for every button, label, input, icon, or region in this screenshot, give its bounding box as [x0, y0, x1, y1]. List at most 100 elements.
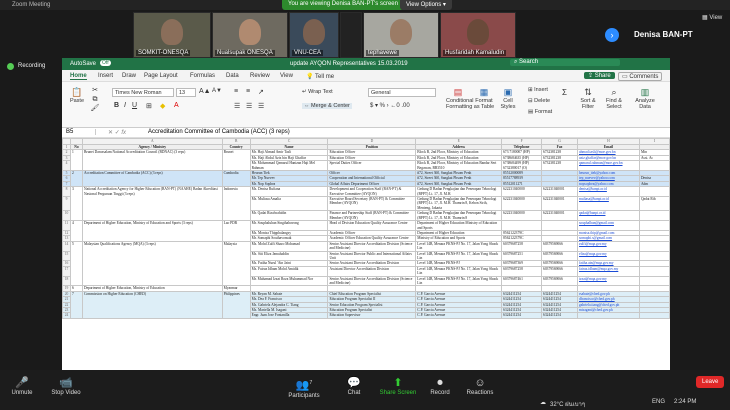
tab-draw[interactable]: Draw — [122, 73, 136, 79]
cell-country[interactable]: Malaysia — [221, 240, 251, 287]
gallery-next-button[interactable]: › — [605, 28, 619, 42]
cell-email[interactable]: eliza@mqa.gov.my — [577, 250, 640, 262]
row-number[interactable]: 17 — [62, 265, 71, 277]
cell-fax[interactable]: 60379569066 — [541, 265, 578, 277]
cell-address[interactable]: Level 14B, Menara PKNS-PJ No. 17, Jalan … — [415, 240, 503, 252]
cell-telephone[interactable]: 622231040000 — [501, 186, 543, 198]
tab-home[interactable]: Home — [70, 73, 87, 80]
video-tile[interactable] — [340, 12, 362, 58]
cell-fax[interactable]: 622231040001 — [541, 186, 578, 198]
wrap-text-button[interactable]: ↵ Wrap Text — [302, 89, 333, 95]
cell-telephone[interactable]: 60379687258 — [501, 240, 543, 252]
fill-color-icon[interactable]: ◆ — [160, 102, 165, 110]
cell-email[interactable]: izzat@mqa.gov.my — [577, 275, 640, 287]
cell-agency[interactable]: Accreditation Committee of Cambodia (ACC… — [81, 170, 223, 188]
video-tile[interactable]: tephavewe — [363, 12, 439, 58]
email-link[interactable]: izzat@mqa.gov.my — [579, 277, 607, 281]
email-link[interactable]: aziz.ghaffar@moe.gov.bn — [579, 156, 616, 159]
cell-position[interactable]: Executive Board Secretary (BAN-PT) & Com… — [327, 196, 417, 212]
conditional-formatting-button[interactable]: ▤ Conditional Formatting — [446, 86, 474, 110]
cell-name[interactable]: Mr. Mohammad Qamarul Hanizan Haji Mel Ra… — [249, 160, 329, 172]
cell-address[interactable]: Department of Higher Education Ministry … — [415, 220, 503, 231]
grow-font-icon[interactable]: A▲ — [199, 88, 211, 95]
cell-address[interactable]: Level 14B, Menara PKNS-PJ No. 17, Jalan … — [415, 250, 503, 262]
cell-fax[interactable]: 6732381238 — [541, 160, 578, 172]
cell-telephone[interactable]: 60379687251 — [501, 250, 543, 262]
cell-no[interactable]: 1 — [69, 149, 83, 172]
email-link[interactable]: monisa.thip@gmail.com — [579, 231, 614, 234]
cell-country[interactable]: Indonesia — [221, 186, 251, 222]
cell-no[interactable]: 4 — [69, 220, 83, 242]
insert-cells-button[interactable]: ⊞ Insert — [528, 87, 548, 93]
align-top-icon[interactable]: ≡ — [234, 88, 238, 95]
sort-filter-button[interactable]: ⇅ Sort & Filter — [576, 86, 600, 110]
tab-formulas[interactable]: Formulas — [190, 73, 215, 79]
cell-position[interactable]: Education Supervisor — [327, 312, 417, 319]
font-size-select[interactable]: 13 — [176, 88, 196, 97]
cell-extra[interactable] — [638, 275, 670, 287]
number-format-select[interactable]: General — [368, 88, 436, 97]
cell-agency[interactable]: Department of Higher Education, Ministry… — [81, 220, 223, 242]
cell-name[interactable]: Mr. Muhamad Izzat Roza Muhammad Nor — [249, 275, 329, 287]
autosave-toggle[interactable]: Off — [100, 60, 111, 66]
row-number[interactable]: 4 — [62, 160, 71, 172]
cell-telephone[interactable]: 60379687258 — [501, 265, 543, 277]
stop-video-button[interactable]: 📹 Stop Video — [44, 376, 88, 396]
email-link[interactable]: rsabate@ched.gov.ph — [579, 292, 610, 295]
cell-extra[interactable] — [638, 186, 670, 198]
row-number[interactable]: 14 — [62, 240, 71, 252]
analyze-data-button[interactable]: ▥ Analyze Data — [632, 86, 658, 110]
tab-page-layout[interactable]: Page Layout — [144, 73, 178, 79]
share-button[interactable]: ⇪ Share — [584, 72, 615, 79]
cell-country[interactable]: Brunei — [221, 149, 251, 172]
weather-text[interactable]: 32°C ฝนเบาๆ — [550, 399, 585, 409]
email-link[interactable]: dfrancisco@ched.gov.ph — [579, 298, 615, 301]
cell-agency[interactable]: Brunei Darussalam National Accreditation… — [81, 149, 223, 172]
email-link[interactable]: denisa@banpt.or.id — [579, 188, 607, 192]
tab-review[interactable]: Review — [250, 73, 270, 79]
view-button[interactable]: ▦ View — [702, 14, 722, 21]
tab-insert[interactable]: Insert — [98, 73, 113, 79]
formula-input[interactable]: Accreditation Committee of Cambodia (ACC… — [148, 129, 290, 135]
cell-telephone[interactable] — [501, 220, 543, 231]
orientation-icon[interactable]: ↗ — [258, 88, 264, 96]
email-link[interactable]: ahmad.tasli@moe.gov.bn — [579, 151, 616, 154]
copy-icon[interactable]: ⧉ — [93, 96, 98, 103]
format-as-table-button[interactable]: ▦ Format as Table — [472, 86, 496, 110]
cell-position[interactable]: Special Duties Officer — [327, 160, 417, 172]
cell-styles-button[interactable]: ▣ Cell Styles — [498, 86, 518, 110]
unmute-button[interactable]: 🎤 Unmute — [0, 376, 44, 396]
cell-fax[interactable] — [541, 220, 578, 231]
video-tile[interactable]: SOMKIT-ONESQA — [133, 12, 211, 58]
comments-button[interactable]: ▭ Comments — [618, 72, 663, 81]
cell-address[interactable]: Gedung D Badan Pengkajian dan Penerapan … — [415, 196, 503, 212]
row-number[interactable]: 8 — [62, 186, 71, 198]
autosum-icon[interactable]: Σ — [562, 88, 567, 97]
row-number[interactable]: 11 — [62, 220, 71, 231]
cell-position[interactable]: Senior Assistant Director Accreditation … — [327, 275, 417, 287]
italic-icon[interactable]: I — [124, 102, 126, 109]
email-link[interactable]: tep_nuevev@yahoo.com — [579, 177, 615, 180]
cell-no[interactable]: 2 — [69, 170, 83, 188]
row-number[interactable]: 9 — [62, 196, 71, 212]
email-link[interactable]: fatiha.ain@mqa.gov.my — [579, 262, 614, 265]
email-link[interactable]: misagani@ched.gov.ph — [579, 309, 613, 312]
align-center-icon[interactable]: ☰ — [246, 102, 252, 110]
search-box[interactable]: ⌕ Search — [510, 59, 620, 66]
cell-no[interactable]: 3 — [69, 186, 83, 222]
format-painter-icon[interactable]: 🖌 — [91, 105, 100, 112]
email-link[interactable]: nopsophea@yahoo.com — [579, 182, 614, 185]
cell-address[interactable]: Block B, 2nd Floor, Ministry of Educatio… — [415, 160, 503, 172]
align-right-icon[interactable]: ☰ — [258, 102, 264, 110]
shrink-font-icon[interactable]: A▼ — [212, 88, 222, 94]
cell-telephone[interactable]: 60379687461 — [501, 275, 543, 287]
email-link[interactable]: heurun_tiek@yahoo.com — [579, 172, 615, 175]
cell-extra[interactable] — [638, 265, 670, 277]
align-left-icon[interactable]: ☰ — [234, 102, 240, 110]
row-number[interactable]: 18 — [62, 275, 71, 287]
align-middle-icon[interactable]: ≡ — [246, 88, 250, 95]
email-link[interactable]: qadat@banpt.or.id — [579, 212, 605, 216]
row-number[interactable]: 24 — [62, 312, 71, 319]
cell-name[interactable]: Ms. Mohd Zulfi Shazo Mohamad — [249, 240, 329, 252]
cell-extra[interactable] — [638, 250, 670, 262]
